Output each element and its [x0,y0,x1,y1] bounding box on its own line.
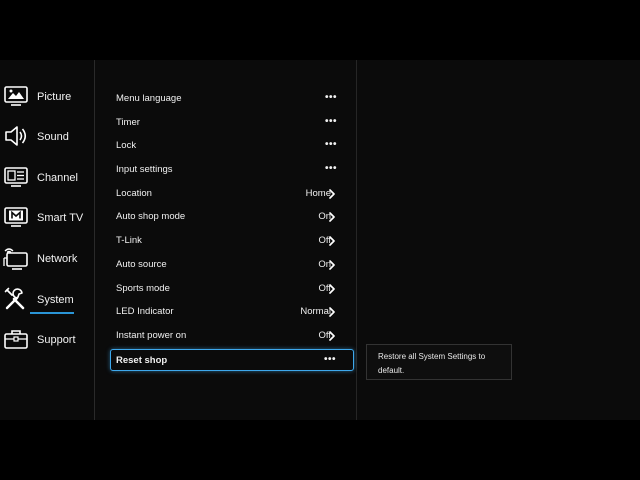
chevron-right-icon [328,284,336,294]
tv-screen: Picture Sound Channel Smart TV Network S… [0,0,640,480]
chevron-right-icon [328,236,336,246]
network-icon [3,245,29,271]
menu-item-label: T-Link [116,235,142,246]
channel-icon [3,164,29,190]
chevron-right-icon [328,189,336,199]
menu-item-value: Normal [300,306,331,317]
sound-icon [3,123,29,149]
menu-item-sports-mode[interactable]: Sports mode Off [110,278,354,300]
more-icon: ••• [324,139,337,150]
menu-item-label: Sports mode [116,283,170,294]
menu-item-label: Instant power on [116,330,187,341]
menu-item-label: LED Indicator [116,306,174,317]
support-icon [3,326,29,352]
system-icon [3,286,29,312]
sidebar-divider [94,60,95,420]
menu-item-auto-source[interactable]: Auto source On [110,254,354,276]
menu-item-location[interactable]: Location Home [110,183,354,205]
menu-item-t-link[interactable]: T-Link Off [110,230,354,252]
chevron-right-icon [328,307,336,317]
sidebar-item-support[interactable]: Support [0,322,94,358]
sidebar-item-smart-tv[interactable]: Smart TV [0,200,94,236]
smart-tv-icon [3,204,29,230]
menu-item-instant-power-on[interactable]: Instant power on Off [110,325,354,347]
sidebar-item-channel[interactable]: Channel [0,160,94,196]
menu-item-label: Timer [116,117,140,128]
sidebar-item-label: Support [37,334,76,346]
menu-item-label: Auto source [116,259,167,270]
sidebar-item-sound[interactable]: Sound [0,119,94,155]
menu-item-input-settings[interactable]: Input settings ••• [110,159,354,181]
menu-item-timer[interactable]: Timer ••• [110,112,354,134]
menu-item-label: Lock [116,140,137,151]
menu-item-label: Input settings [116,164,173,175]
more-icon: ••• [324,116,337,127]
picture-icon [3,83,29,109]
active-indicator [30,312,74,314]
sidebar-item-label: Channel [37,172,78,184]
sidebar-item-network[interactable]: Network [0,241,94,277]
menu-item-led-indicator[interactable]: LED Indicator Normal [110,301,354,323]
chevron-right-icon [328,260,336,270]
menu-divider [356,60,357,420]
sidebar-item-label: Sound [37,131,69,143]
menu-item-lock[interactable]: Lock ••• [110,135,354,157]
menu-item-label: Reset shop [116,355,168,366]
menu-item-label: Menu language [116,93,182,104]
sidebar-item-label: Smart TV [37,212,84,224]
menu-item-auto-shop-mode[interactable]: Auto shop mode On [110,206,354,228]
menu-item-menu-language[interactable]: Menu language ••• [110,88,354,110]
more-icon: ••• [323,354,336,365]
help-tooltip: Restore all System Settings to default. [366,344,512,380]
sidebar-item-picture[interactable]: Picture [0,79,94,115]
menu-item-label: Location [116,188,152,199]
chevron-right-icon [328,212,336,222]
tooltip-text: Restore all System Settings to default. [378,352,486,375]
sidebar-item-label: Network [37,253,78,265]
settings-sidebar: Picture Sound Channel Smart TV Network S… [0,60,94,420]
sidebar-item-label: Picture [37,91,72,103]
menu-item-label: Auto shop mode [116,211,186,222]
more-icon: ••• [324,92,337,103]
more-icon: ••• [324,163,337,174]
menu-item-reset-shop[interactable]: Reset shop ••• [110,349,354,371]
chevron-right-icon [328,331,336,341]
sidebar-item-system[interactable]: System [0,282,94,318]
